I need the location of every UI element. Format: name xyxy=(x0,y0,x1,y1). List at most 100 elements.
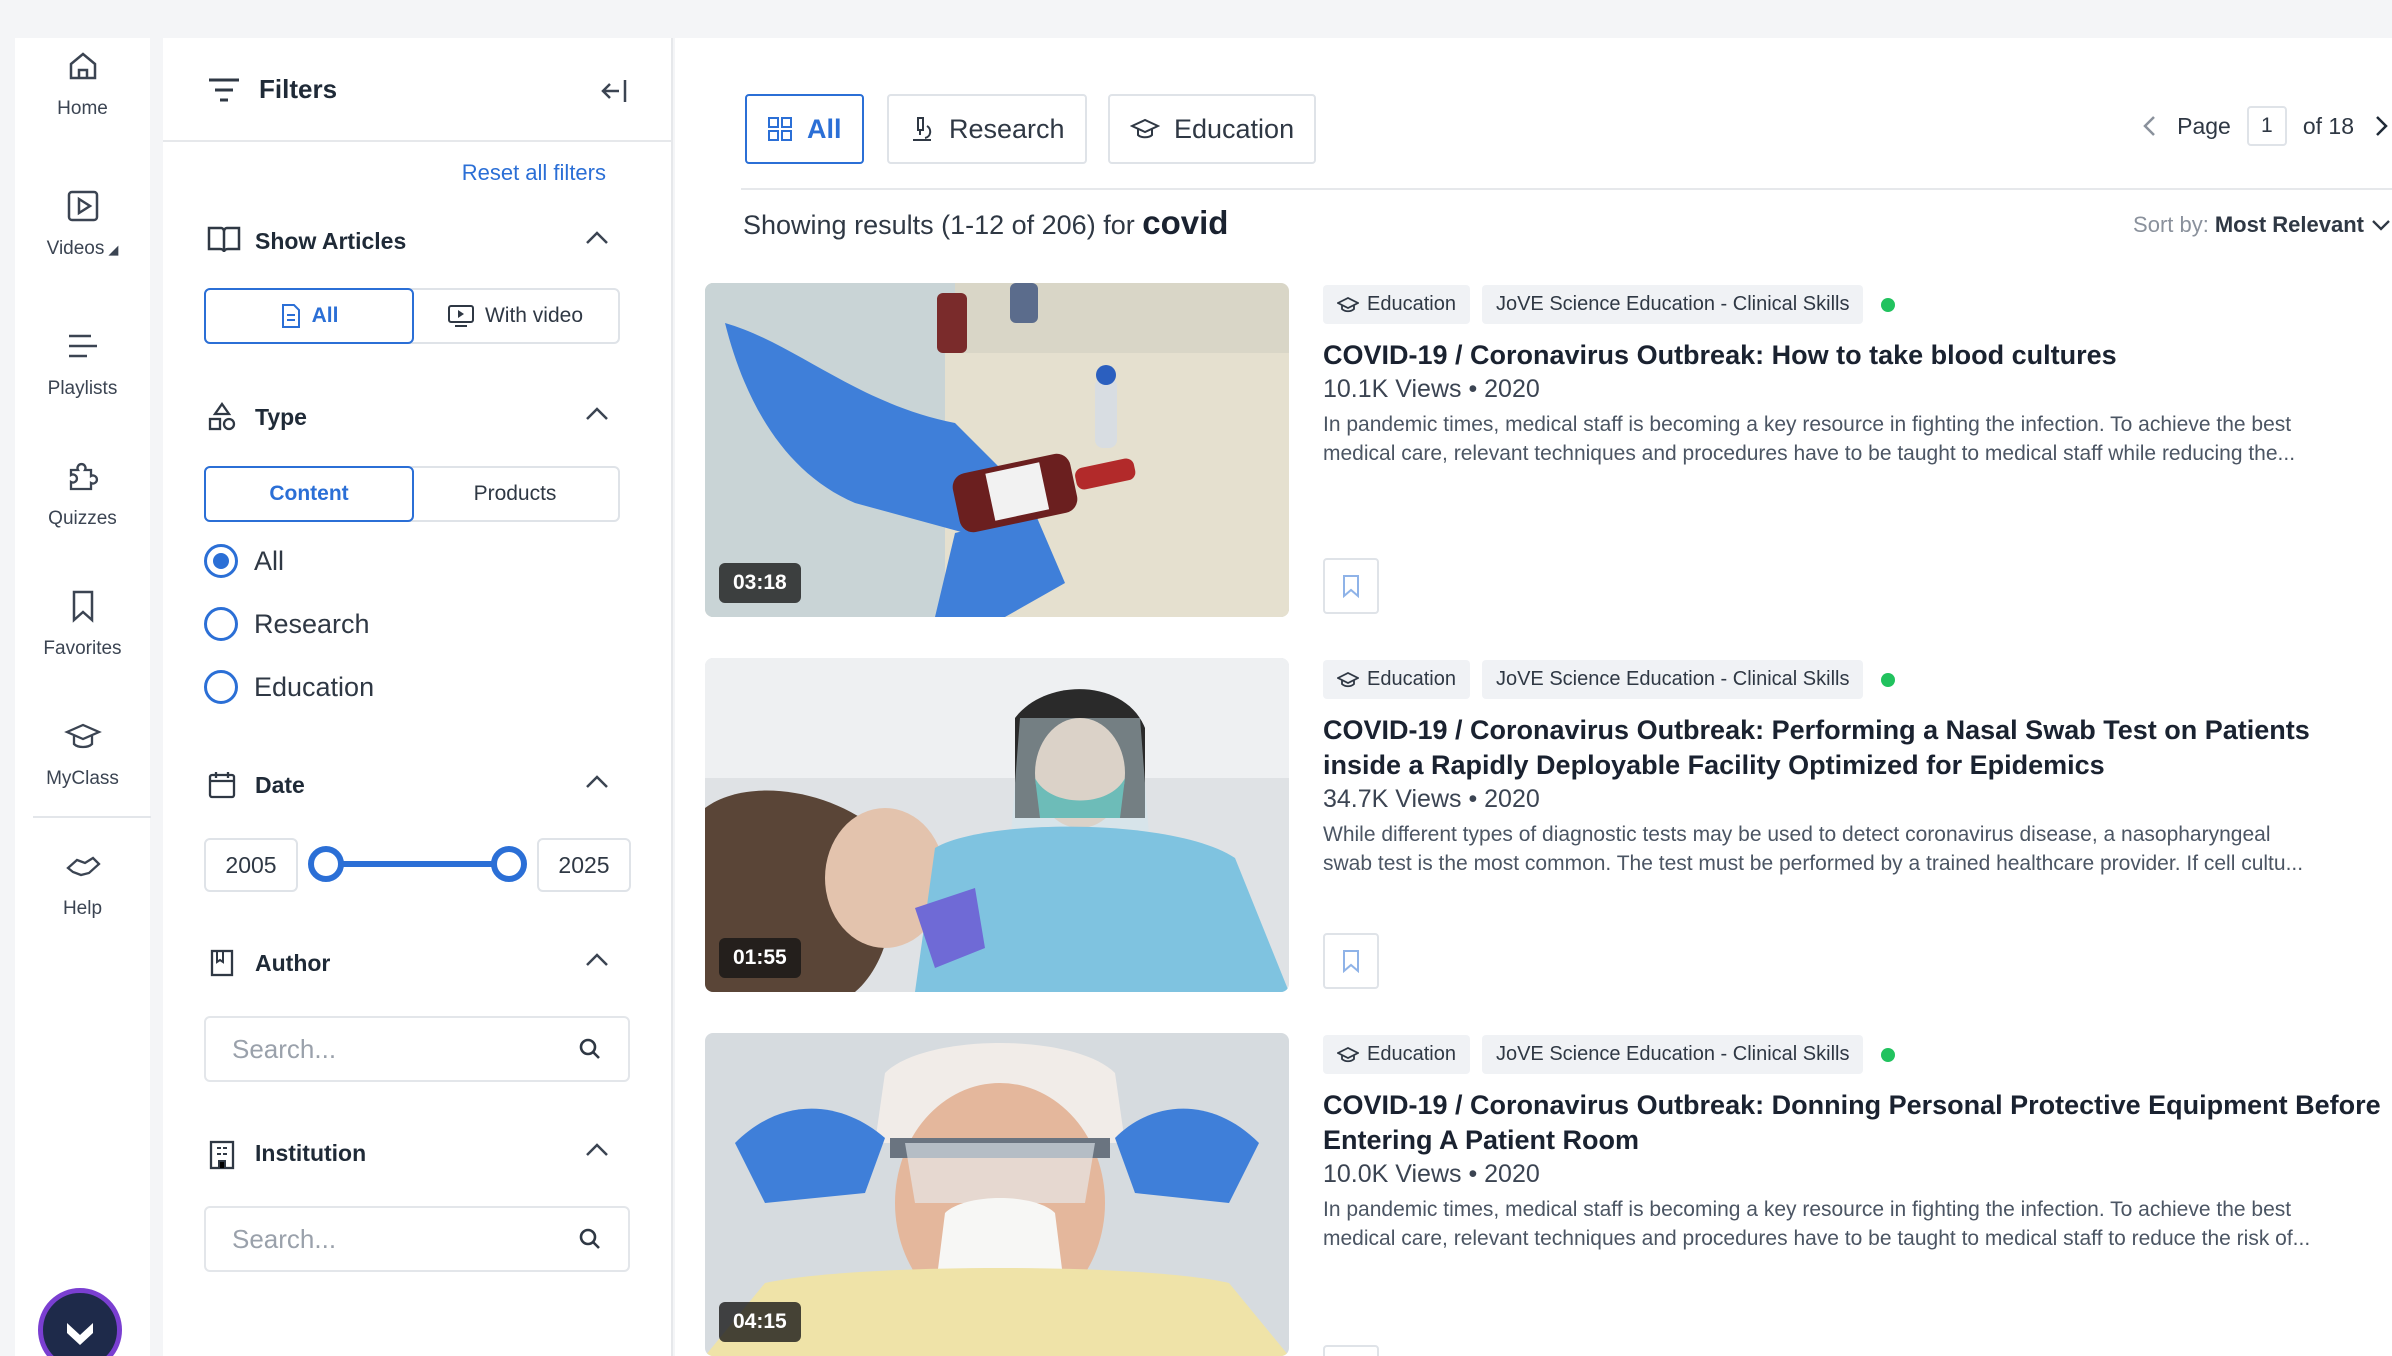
products-option[interactable]: Products xyxy=(412,468,618,520)
nav-item-home[interactable]: Home xyxy=(15,46,150,120)
video-thumbnail[interactable]: 03:18 xyxy=(705,283,1289,617)
result-tags: Education JoVE Science Education - Clini… xyxy=(1323,660,2392,699)
chevron-left-icon[interactable] xyxy=(2139,113,2161,139)
radio-all-label: All xyxy=(254,545,285,576)
sort-value: Most Relevant xyxy=(2214,212,2364,237)
radio-button xyxy=(204,670,238,704)
date-from-value[interactable]: 2005 xyxy=(204,838,298,892)
bookmark-button[interactable] xyxy=(1323,1345,1379,1356)
date-to-value[interactable]: 2025 xyxy=(537,838,631,892)
nav-label-playlists: Playlists xyxy=(47,378,118,399)
nav-item-videos[interactable]: Videos ◢ xyxy=(15,186,150,260)
chevron-up-icon[interactable] xyxy=(583,950,611,970)
institution-title: Institution xyxy=(255,1140,367,1166)
shapes-icon xyxy=(208,402,236,431)
puzzle-icon xyxy=(69,462,98,491)
source-tag[interactable]: JoVE Science Education - Clinical Skills xyxy=(1481,660,1864,699)
content-option[interactable]: Content xyxy=(204,466,414,522)
category-tag[interactable]: Education xyxy=(1323,1035,1470,1074)
tab-education[interactable]: Education xyxy=(1108,94,1317,164)
playlist-icon xyxy=(68,334,97,358)
graduation-cap-icon xyxy=(1130,118,1160,139)
category-tag[interactable]: Education xyxy=(1323,660,1470,699)
radio-all[interactable]: All xyxy=(204,544,284,578)
show-all-label: All xyxy=(311,304,339,327)
tab-research[interactable]: Research xyxy=(887,94,1087,164)
tab-all[interactable]: All xyxy=(745,94,864,164)
result-meta: Education JoVE Science Education - Clini… xyxy=(1323,1033,2392,1253)
radio-button xyxy=(204,607,238,641)
nav-item-playlists[interactable]: Playlists xyxy=(15,326,150,400)
show-articles-title: Show Articles xyxy=(255,228,407,254)
with-video-label: With video xyxy=(484,304,584,327)
handshake-icon xyxy=(65,856,101,877)
grid-icon xyxy=(768,117,792,141)
result-title[interactable]: COVID-19 / Coronavirus Outbreak: Donning… xyxy=(1323,1088,2392,1158)
result-tags: Education JoVE Science Education - Clini… xyxy=(1323,285,2392,324)
show-all-option[interactable]: All xyxy=(204,288,414,344)
type-title: Type xyxy=(255,404,307,430)
sort-dropdown[interactable]: Sort by: Most Relevant xyxy=(2133,212,2392,238)
institution-search-input[interactable] xyxy=(232,1223,578,1255)
source-tag[interactable]: JoVE Science Education - Clinical Skills xyxy=(1481,285,1864,324)
chevron-up-icon[interactable] xyxy=(583,1140,611,1160)
author-search-input[interactable] xyxy=(232,1033,578,1065)
reset-filters-link[interactable]: Reset all filters xyxy=(462,160,606,186)
video-duration: 03:18 xyxy=(719,563,801,603)
nav-item-favorites[interactable]: Favorites xyxy=(15,586,150,660)
date-slider-end-handle[interactable] xyxy=(491,846,527,882)
date-slider-start-handle[interactable] xyxy=(308,846,344,882)
description-line-1: In pandemic times, medical staff is beco… xyxy=(1323,413,2292,436)
radio-education[interactable]: Education xyxy=(204,670,374,704)
results-count-text: Showing results (1-12 of 206) for xyxy=(743,210,1135,240)
app-avatar[interactable] xyxy=(38,1288,122,1356)
result-title[interactable]: COVID-19 / Coronavirus Outbreak: Perform… xyxy=(1323,713,2392,783)
source-tag[interactable]: JoVE Science Education - Clinical Skills xyxy=(1481,1035,1864,1074)
search-icon[interactable] xyxy=(578,1037,602,1061)
chevron-down-icon xyxy=(67,1323,93,1345)
category-tag[interactable]: Education xyxy=(1323,285,1470,324)
document-icon xyxy=(281,304,300,328)
page-number-input[interactable]: 1 xyxy=(2246,106,2287,146)
collapse-panel-icon[interactable] xyxy=(597,74,631,108)
video-duration: 01:55 xyxy=(719,938,801,978)
filter-icon xyxy=(209,78,239,102)
radio-research[interactable]: Research xyxy=(204,607,370,641)
page-label: Page xyxy=(2177,112,2231,139)
category-label: Education xyxy=(1367,668,1456,690)
chevron-up-icon[interactable] xyxy=(583,404,611,424)
date-slider-track[interactable] xyxy=(327,861,511,867)
building-icon xyxy=(209,1140,235,1170)
search-query: covid xyxy=(1142,204,1229,241)
nav-label-quizzes: Quizzes xyxy=(48,508,117,529)
content-label: Content xyxy=(269,482,349,505)
video-duration: 04:15 xyxy=(719,1302,801,1342)
chevron-up-icon[interactable] xyxy=(583,228,611,248)
result-title[interactable]: COVID-19 / Coronavirus Outbreak: How to … xyxy=(1323,338,2392,373)
status-dot xyxy=(1881,297,1896,312)
with-video-option[interactable]: With video xyxy=(412,290,618,342)
nav-item-help[interactable]: Help xyxy=(15,846,150,920)
radio-education-label: Education xyxy=(254,671,375,702)
chevron-right-icon[interactable] xyxy=(2370,113,2392,139)
bookmark-button[interactable] xyxy=(1323,558,1379,614)
description-line-1: In pandemic times, medical staff is beco… xyxy=(1323,1198,2292,1221)
status-dot xyxy=(1881,1047,1896,1062)
video-icon xyxy=(447,305,474,327)
graduation-cap-icon xyxy=(1337,296,1359,312)
search-icon[interactable] xyxy=(578,1227,602,1251)
chevron-up-icon[interactable] xyxy=(583,772,611,792)
bookmark-button[interactable] xyxy=(1323,933,1379,989)
category-label: Education xyxy=(1367,293,1456,315)
pagination: Page 1 of 18 xyxy=(2139,106,2392,146)
nav-item-quizzes[interactable]: Quizzes xyxy=(15,456,150,530)
result-meta: Education JoVE Science Education - Clini… xyxy=(1323,658,2392,878)
chevron-down-icon xyxy=(2372,220,2390,231)
nav-label-help: Help xyxy=(62,898,103,919)
nav-item-myclass[interactable]: MyClass xyxy=(15,716,150,790)
video-thumbnail[interactable]: 01:55 xyxy=(705,658,1289,992)
products-label: Products xyxy=(473,482,557,505)
description-line-1: While different types of diagnostic test… xyxy=(1323,823,2271,846)
video-thumbnail[interactable]: 04:15 xyxy=(705,1033,1289,1356)
filter-panel: Filters Reset all filters Show Articles … xyxy=(163,38,673,1356)
